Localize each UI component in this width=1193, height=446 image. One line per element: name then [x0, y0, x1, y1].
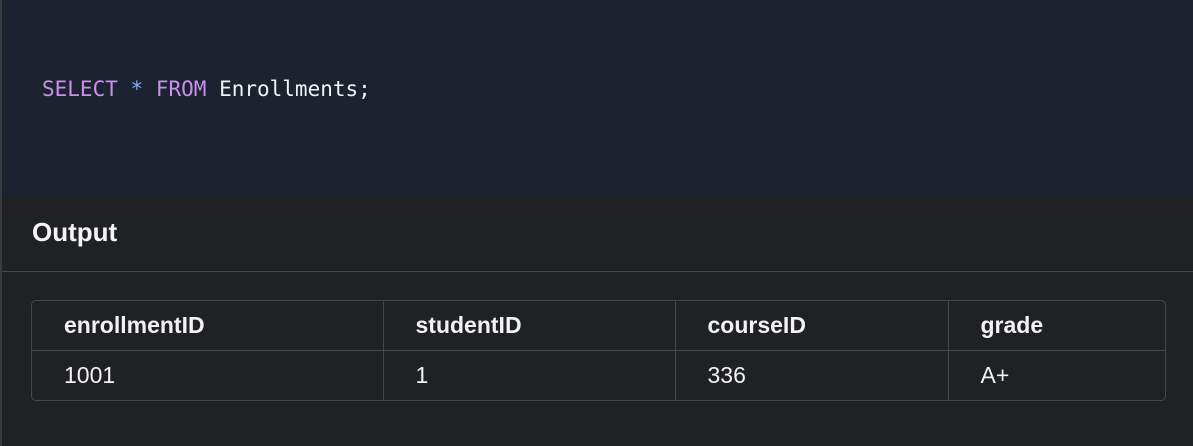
- column-header: grade: [948, 301, 1165, 351]
- keyword-from: FROM: [155, 77, 207, 101]
- table-cell: A+: [980, 361, 1010, 388]
- table-cell: 1001: [32, 350, 384, 400]
- table-name: Enrollments;: [219, 77, 371, 101]
- keyword-select: SELECT: [42, 77, 118, 101]
- code-editor[interactable]: SELECT * FROM Enrollments;: [2, 0, 1193, 196]
- output-title: Output: [32, 217, 118, 247]
- output-header: Output: [2, 196, 1193, 272]
- sql-query-line: SELECT * FROM Enrollments;: [42, 74, 371, 104]
- table-row: 1001 1 336 A+: [32, 350, 1165, 400]
- operator-star: *: [130, 77, 144, 101]
- table-cell: 1: [383, 350, 676, 400]
- result-table: enrollmentID studentID courseID grade 10…: [32, 301, 1165, 400]
- result-table-container: enrollmentID studentID courseID grade 10…: [31, 300, 1166, 401]
- column-header: courseID: [675, 301, 949, 351]
- column-header: enrollmentID: [32, 301, 384, 351]
- column-header: studentID: [383, 301, 676, 351]
- output-frame: SELECT * FROM Enrollments; Output enroll…: [0, 0, 1193, 446]
- table-cell: 336: [675, 350, 949, 400]
- table-header-row: enrollmentID studentID courseID grade: [32, 301, 1165, 351]
